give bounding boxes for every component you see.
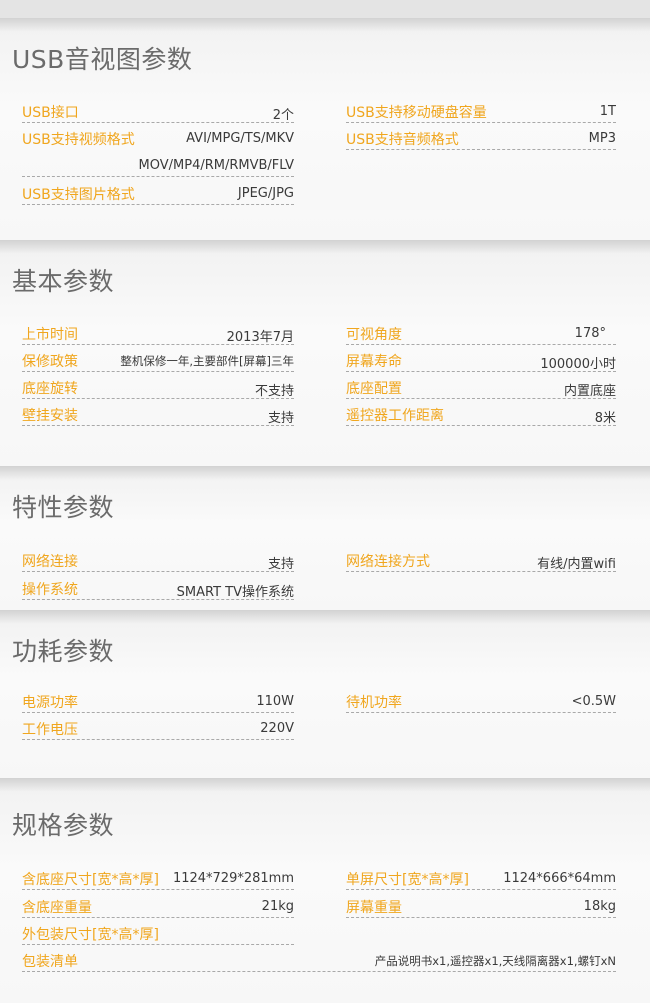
spec-label: 单屏尺寸[宽*高*厚]	[346, 872, 469, 888]
spec-label: 上市时间	[22, 327, 78, 343]
spec-row: 网络连接方式 有线/内置wifi	[346, 545, 616, 572]
spec-value: 100000小时	[540, 357, 616, 372]
spec-row: 屏幕寿命 100000小时	[346, 345, 616, 372]
spec-value: SMART TV操作系统	[176, 585, 294, 600]
spec-row: USB接口 2个	[22, 96, 294, 123]
spec-label: 屏幕重量	[346, 900, 402, 916]
spec-label: 壁挂安装	[22, 408, 78, 424]
spec-label: USB接口	[22, 105, 79, 121]
spec-value: 21kg	[261, 899, 294, 914]
spec-value: 1124*666*64mm	[503, 871, 616, 886]
spec-row: 底座配置 内置底座	[346, 372, 616, 399]
spec-row: 待机功率 <0.5W	[346, 686, 616, 713]
spec-value: <0.5W	[571, 694, 616, 709]
spec-label: 屏幕寿命	[346, 354, 402, 370]
spec-label: USB支持移动硬盘容量	[346, 105, 487, 121]
spec-row: 含底座重量 21kg	[22, 891, 294, 918]
spec-label: USB支持图片格式	[22, 187, 135, 203]
spec-value: 产品说明书x1,遥控器x1,天线隔离器x1,螺钉xN	[374, 954, 616, 968]
spec-value: JPEG/JPG	[237, 186, 294, 201]
spec-label: 工作电压	[22, 722, 78, 738]
spec-row: 上市时间 2013年7月	[22, 318, 294, 345]
section-title: USB音视图参数	[12, 45, 193, 74]
section-title: 特性参数	[12, 493, 115, 522]
spec-value: MOV/MP4/RM/RMVB/FLV	[138, 158, 294, 173]
spec-row: USB支持视频格式 AVI/MPG/TS/MKV	[22, 123, 294, 150]
spec-value: 支持	[267, 557, 294, 572]
spec-row: 屏幕重量 18kg	[346, 891, 616, 918]
spec-value: 支持	[267, 411, 294, 426]
spec-row: 电源功率 110W	[22, 686, 294, 713]
section-usb: USB音视图参数 USB接口 2个 USB支持视频格式 AVI/MPG/TS/M…	[0, 18, 650, 240]
spec-row: 外包装尺寸[宽*高*厚]	[22, 918, 294, 945]
spec-row: USB支持图片格式 JPEG/JPG	[22, 178, 294, 205]
spec-value: 2个	[272, 108, 294, 123]
spec-label: 网络连接方式	[346, 554, 430, 570]
section-basic: 基本参数 上市时间 2013年7月 保修政策 整机保修一年,主要部件[屏幕]三年…	[0, 240, 650, 466]
spec-value: 整机保修一年,主要部件[屏幕]三年	[120, 354, 294, 368]
spec-row: USB支持音频格式 MP3	[346, 123, 616, 150]
spec-value: AVI/MPG/TS/MKV	[186, 131, 294, 146]
spec-value: 内置底座	[563, 384, 616, 399]
spec-row: 遥控器工作距离 8米	[346, 399, 616, 426]
spec-row-full: 包装清单 产品说明书x1,遥控器x1,天线隔离器x1,螺钉xN	[22, 945, 616, 972]
spec-label: 外包装尺寸[宽*高*厚]	[22, 927, 159, 943]
spec-row: 工作电压 220V	[22, 713, 294, 740]
spec-label: 待机功率	[346, 695, 402, 711]
section-features: 特性参数 网络连接 支持 操作系统 SMART TV操作系统 网络连接方式 有线…	[0, 466, 650, 610]
spec-row: 网络连接 支持	[22, 545, 294, 572]
spec-row: 单屏尺寸[宽*高*厚] 1124*666*64mm	[346, 863, 616, 890]
spec-value: 有线/内置wifi	[537, 557, 616, 572]
section-title: 基本参数	[12, 267, 115, 296]
spec-row: 含底座尺寸[宽*高*厚] 1124*729*281mm	[22, 863, 294, 890]
spec-label: 可视角度	[346, 327, 402, 343]
spec-value: 1T	[599, 104, 616, 119]
spec-label: 底座旋转	[22, 381, 78, 397]
spec-label: USB支持视频格式	[22, 132, 135, 148]
spec-value: 110W	[256, 694, 294, 709]
spec-label: USB支持音频格式	[346, 132, 459, 148]
section-title: 规格参数	[12, 811, 115, 840]
spec-value: 220V	[260, 721, 294, 736]
spec-value: 1124*729*281mm	[172, 871, 294, 886]
section-power: 功耗参数 电源功率 110W 工作电压 220V 待机功率 <0.5W	[0, 610, 650, 778]
spec-row: MOV/MP4/RM/RMVB/FLV	[22, 150, 294, 177]
section-title: 功耗参数	[12, 637, 115, 666]
spec-label: 操作系统	[22, 582, 78, 598]
spec-value: 不支持	[254, 384, 294, 399]
spec-label: 含底座尺寸[宽*高*厚]	[22, 872, 159, 888]
spec-row: USB支持移动硬盘容量 1T	[346, 96, 616, 123]
spec-value: 18kg	[583, 899, 616, 914]
spec-label: 含底座重量	[22, 900, 92, 916]
spec-value: MP3	[588, 131, 616, 146]
spec-label: 网络连接	[22, 554, 78, 570]
spec-label: 遥控器工作距离	[346, 408, 444, 424]
spec-row: 壁挂安装 支持	[22, 399, 294, 426]
section-specs: 规格参数 含底座尺寸[宽*高*厚] 1124*729*281mm 含底座重量 2…	[0, 778, 650, 1003]
spec-value: 178°	[574, 326, 606, 341]
spec-label: 电源功率	[22, 695, 78, 711]
spec-row: 可视角度 178°	[346, 318, 616, 345]
spec-row: 操作系统 SMART TV操作系统	[22, 573, 294, 600]
spec-label: 底座配置	[346, 381, 402, 397]
spec-label: 包装清单	[22, 954, 78, 970]
spec-value: 8米	[594, 411, 616, 426]
spec-value: 2013年7月	[226, 330, 294, 345]
spec-row: 保修政策 整机保修一年,主要部件[屏幕]三年	[22, 345, 294, 372]
spec-row: 底座旋转 不支持	[22, 372, 294, 399]
spec-label: 保修政策	[22, 354, 78, 370]
